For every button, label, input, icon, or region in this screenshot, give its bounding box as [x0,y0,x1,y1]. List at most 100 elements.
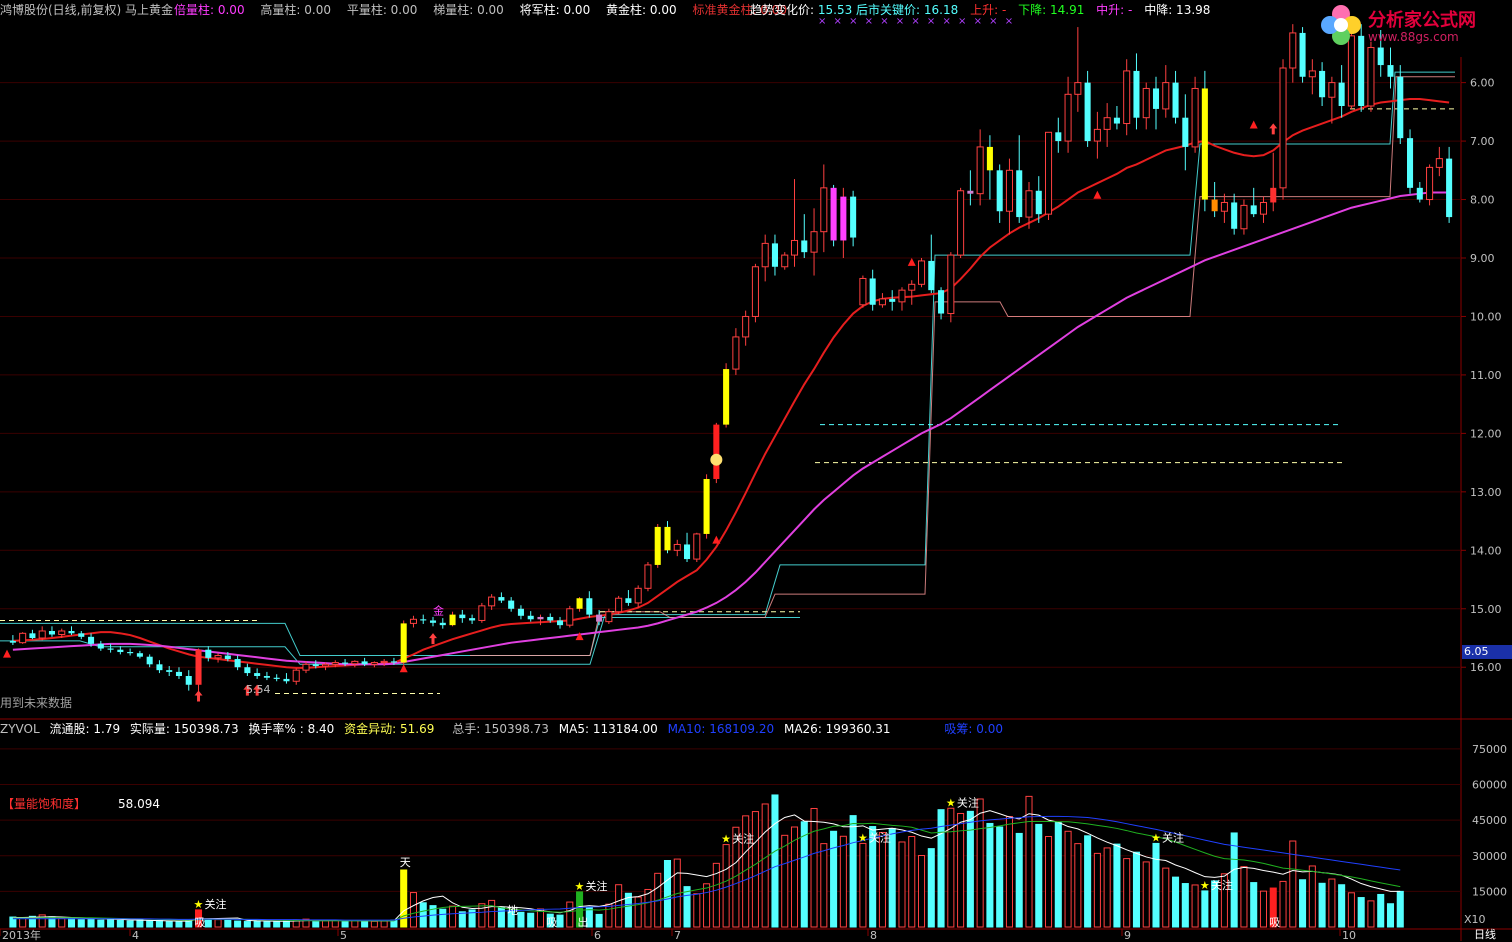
volume-bar [634,896,642,928]
volume-bar [341,920,349,928]
candle-body [1259,201,1268,215]
indicator-beiliang: 倍量柱: 0.00 [174,3,245,17]
volume-bar [878,831,886,928]
candle-body [342,662,349,664]
volume-bar [849,815,857,928]
volume-bar [263,921,271,928]
price-tick-label: 15.00 [1470,603,1502,616]
volume-bar [107,918,115,928]
candle-body [996,170,1003,212]
candle-body [420,619,427,621]
period-tab[interactable]: 日线 [1474,928,1496,942]
candle-body [1093,128,1101,142]
volume-tick-label: 45000 [1472,814,1507,827]
volume-bar [282,920,290,928]
candle-body [29,633,36,638]
candle-body [97,643,104,649]
volume-bar [1132,851,1140,928]
candle-body [527,615,534,620]
volume-bar [908,836,916,928]
volume-bar [751,811,759,928]
trend-label: 趋势变化价: [750,3,818,17]
volume-bar [77,919,85,928]
candle-body [185,676,192,685]
candle-body [703,478,710,534]
candle-body [136,653,143,657]
volume-bar [820,843,828,928]
volume-bar [898,841,906,928]
volume-bar [1279,880,1287,928]
date-tick-label: 5 [340,929,347,941]
volume-bar [1377,893,1385,928]
price-tick-label: 11.00 [1470,369,1502,382]
price-tick-label: 12.00 [1470,427,1502,440]
volume-unit: X10 [1464,913,1486,926]
volume-bar [175,921,183,928]
candle-body [195,649,202,685]
stock-chart[interactable]: ★ 关注★ 关注★ 关注★ 关注★ 关注★ 关注★ 关注天地吸吸 吸出金 16.0015.001… [0,0,1512,941]
candle-body [1084,82,1091,142]
total-hands: 总手: 150398.73 [452,722,549,736]
volume-bar [1152,842,1160,928]
volume-bar [517,911,525,928]
candle-body [351,660,359,665]
candle-body [400,623,407,663]
indicator-pingliang: 平量柱: 0.00 [346,3,418,17]
volume-header: ZYVOL 流通股: 1.79 实际量: 150398.73 换手率% : 8.… [0,722,1003,736]
current-price-tag: 6.05 [1462,645,1512,659]
fund-anomaly: 资金异动: 51.69 [344,722,435,736]
candle-body [117,649,124,653]
candle-body [1435,158,1443,168]
candle-body [1162,82,1170,110]
candle-body [214,655,222,659]
volume-bar [146,920,154,928]
price-tick-label: 14.00 [1470,544,1502,557]
candle-body [615,597,623,613]
indicator-huangjin: 黄金柱: 0.00 [606,3,677,17]
volume-bar [1123,858,1131,928]
volume-bar [1064,830,1072,928]
candle-body [664,526,671,551]
volume-bar [1113,843,1121,928]
volume-bar [644,888,652,928]
future-data-notice: 用到未来数据 [0,696,73,710]
date-tick-label: 2013年 [2,928,41,941]
candle-body [732,336,740,370]
money-bag-icon [710,453,723,466]
saturation-value: 58.094 [118,797,160,811]
flower-icon [1321,5,1361,45]
candle-body [1387,65,1394,77]
candle-body [254,673,261,676]
price-tick-label: 6.00 [1470,77,1495,90]
candle-body [1074,82,1082,95]
candle-body [586,598,593,615]
candle-body [684,544,691,560]
candle-body [283,678,290,682]
candle-body [928,260,935,291]
star-icon: ★ [194,898,204,911]
candle-body [234,659,241,668]
candle-body [1142,87,1150,119]
candle-body [1250,205,1257,215]
candle-body [830,187,837,241]
volume-bar [234,920,242,928]
candle-body [263,676,270,678]
volume-bar [449,905,457,928]
volume-bar [947,807,955,928]
candle-body [508,600,515,609]
candle-body [224,655,231,660]
volume-bar [683,886,691,928]
candle-body [1289,32,1297,69]
date-tick-label: 9 [1124,929,1131,941]
turnover-rate: 换手率% : 8.40 [248,722,335,736]
volume-bar [1240,866,1248,928]
volume-bar [1035,823,1043,928]
chart-header: 鸿博股份(日线,前复权) 马上黄金 [0,3,173,17]
volume-bar [1084,835,1092,928]
candle-body [644,564,652,589]
candle-body [1045,131,1053,215]
ma26-value: MA26: 199360.31 [783,722,891,736]
volume-bar [204,918,212,928]
candle-body [1211,199,1218,212]
logo-url: www.88gs.com [1368,30,1459,44]
